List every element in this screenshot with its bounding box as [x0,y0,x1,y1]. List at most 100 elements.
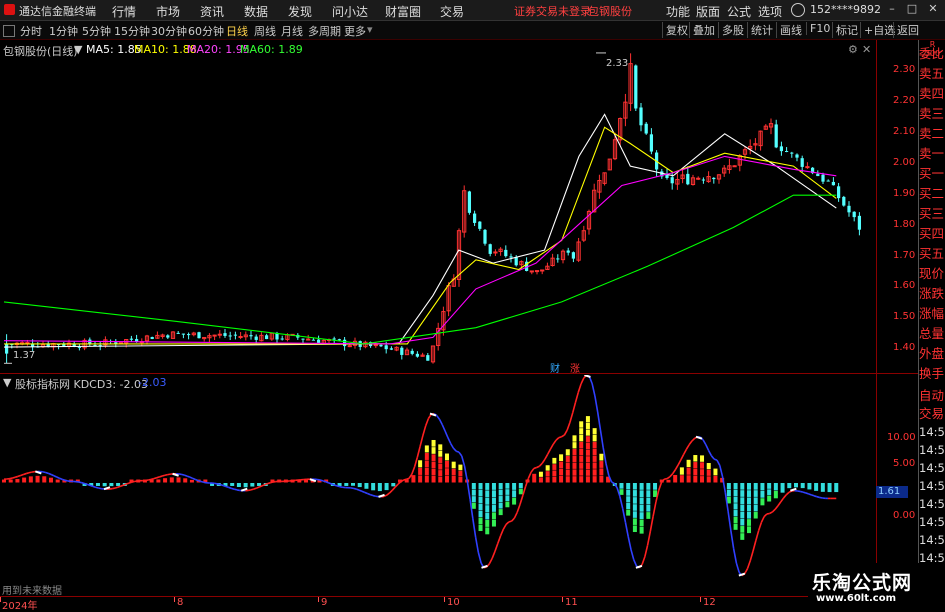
osc-line-segment [648,531,651,545]
menu-item-quotes[interactable]: 行情 [112,3,136,20]
osc-line-segment [62,479,65,480]
tab-weekly[interactable]: 周线 [254,23,276,39]
right-label-wei-bi: 委比 [919,44,945,65]
osc-bar [546,477,550,482]
osc-bar [438,444,442,450]
tab-daily[interactable]: 日线 [226,23,248,39]
osc-bar [445,454,449,461]
menu-item-options[interactable]: 选项 [758,3,782,20]
close-icon[interactable]: ✕ [926,2,940,16]
menu-item-layout[interactable]: 版面 [696,3,720,20]
oscillator-chart[interactable] [0,375,876,591]
right-label-trade[interactable]: 交易 [919,403,945,422]
osc-line-segment [218,484,221,485]
osc-bar [740,505,744,512]
osc-bar [653,490,657,497]
btn-draw-line[interactable]: 画线 [776,22,802,38]
btn-adjust[interactable]: 复权 [662,22,688,38]
osc-line-segment [15,476,18,477]
osc-line-segment [537,466,540,467]
tab-5min[interactable]: 5分钟 [82,23,111,39]
osc-line-segment [659,482,662,490]
minimize-icon[interactable]: – [885,2,899,16]
osc-bar [579,462,583,468]
osc-bar [599,468,603,475]
tab-15min[interactable]: 15分钟 [114,23,150,39]
menu-item-ask[interactable]: 问小达 [332,3,368,20]
date-axis: 2024年 8 9 10 11 12 [0,596,918,610]
y-tick: 2.10 [893,126,915,137]
osc-bar [364,483,368,489]
menu-item-formula[interactable]: 公式 [727,3,751,20]
date-label: 12 [703,597,716,608]
osc-bar [479,518,483,524]
osc-line-segment [406,478,409,479]
login-warning[interactable]: 证券交易未登录 [514,3,591,19]
menu-item-function[interactable]: 功能 [666,3,690,20]
osc-line-segment [112,488,115,489]
kline-chart[interactable] [0,40,876,373]
site-watermark: 乐淘公式网 www.60lt.com [808,563,926,609]
pane-divider[interactable] [0,373,918,374]
osc-bar [566,476,570,482]
osc-bar [411,475,415,482]
more-dropdown-icon[interactable]: ▾ [367,23,373,36]
menu-item-discover[interactable]: 发现 [288,3,312,20]
candle-body [858,216,861,230]
osc-bar [586,463,590,469]
tab-intraday[interactable]: 分时 [20,23,42,39]
right-label-auto[interactable]: 自动 [919,385,945,404]
osc-line-segment [423,426,426,436]
osc-bar [586,416,590,422]
btn-back[interactable]: 返回 [893,22,919,38]
toolbar-grid-icon[interactable] [3,25,15,37]
tab-more[interactable]: 更多 [344,23,366,39]
menu-item-trade[interactable]: 交易 [440,3,464,20]
btn-add-watchlist[interactable]: +自选 [860,22,895,38]
osc-line-segment [54,476,57,477]
tab-30min[interactable]: 30分钟 [151,23,187,39]
osc-line-segment [157,477,160,478]
osc-line-segment [426,418,429,425]
tab-multi-period[interactable]: 多周期 [308,23,341,39]
menu-item-wealth[interactable]: 财富圈 [385,3,421,20]
candle-body [837,186,840,198]
btn-mark[interactable]: 标记 [832,22,858,38]
menu-item-news[interactable]: 资讯 [200,3,224,20]
osc-line-segment [26,473,29,474]
side-time: 14:56 [919,479,945,493]
maximize-icon[interactable]: □ [905,2,919,16]
tab-monthly[interactable]: 月线 [281,23,303,39]
osc-line-segment [96,487,99,488]
osc-bar [640,483,644,490]
btn-multi-stock[interactable]: 多股 [718,22,744,38]
user-icon[interactable] [791,3,805,17]
btn-statistics[interactable]: 统计 [747,22,773,38]
btn-f10[interactable]: F10 [806,22,830,35]
osc-bar [492,483,496,490]
osc-bar [425,468,429,475]
osc-bar [472,490,476,496]
user-phone[interactable]: 152****9892 [810,3,881,16]
tab-1min[interactable]: 1分钟 [49,23,78,39]
candle-body [509,256,512,257]
osc-line-segment [509,521,512,522]
osc-bar [760,483,764,490]
candle-body [166,335,169,337]
osc-bar [505,495,509,501]
candle-body [379,345,382,346]
right-label-change-pct: 涨幅 [919,304,945,325]
menu-item-data[interactable]: 数据 [244,3,268,20]
osc-bar [579,469,583,475]
pane-close-icon[interactable]: ✕ [862,43,871,56]
tab-60min[interactable]: 60分钟 [188,23,224,39]
menu-item-market[interactable]: 市场 [156,3,180,20]
osc-toggle-icon[interactable]: ▼ [3,376,11,389]
ma-toggle-icon[interactable]: ▼ [74,43,82,56]
osc-line-segment [745,569,748,574]
settings-gear-icon[interactable]: ⚙ [848,43,858,56]
btn-overlay[interactable]: 叠加 [689,22,715,38]
osc-bar [552,464,556,470]
candle-body [265,335,268,339]
ma-line-ma10 [4,127,836,344]
